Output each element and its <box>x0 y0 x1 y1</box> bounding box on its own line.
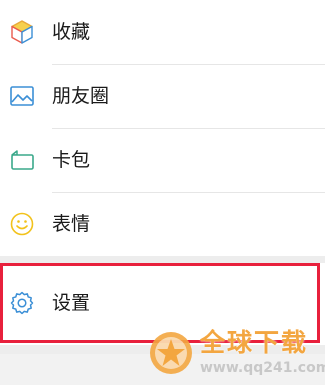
menu-item-label: 朋友圈 <box>52 85 110 107</box>
favorites-cube-icon <box>8 18 36 46</box>
sticker-smile-icon <box>8 210 36 238</box>
watermark-title: 全球下载 <box>200 328 309 357</box>
watermark: 全球下载 www.qq241.com <box>148 326 325 382</box>
watermark-logo-icon <box>148 330 194 376</box>
menu-item-label: 卡包 <box>52 149 91 171</box>
menu-item-favorites[interactable]: 收藏 <box>0 0 325 64</box>
menu-item-stickers[interactable]: 表情 <box>0 192 325 256</box>
moments-image-icon <box>8 82 36 110</box>
menu-item-label: 表情 <box>52 213 91 235</box>
menu-item-card-wallet[interactable]: 卡包 <box>0 128 325 192</box>
me-page-menu: 收藏 朋友圈 卡包 表情 设置 <box>0 0 325 354</box>
card-wallet-icon <box>8 146 36 174</box>
menu-item-label: 收藏 <box>52 21 91 43</box>
watermark-url: www.qq241.com <box>200 360 325 376</box>
menu-item-moments[interactable]: 朋友圈 <box>0 64 325 128</box>
menu-group-main: 收藏 朋友圈 卡包 表情 <box>0 0 325 256</box>
